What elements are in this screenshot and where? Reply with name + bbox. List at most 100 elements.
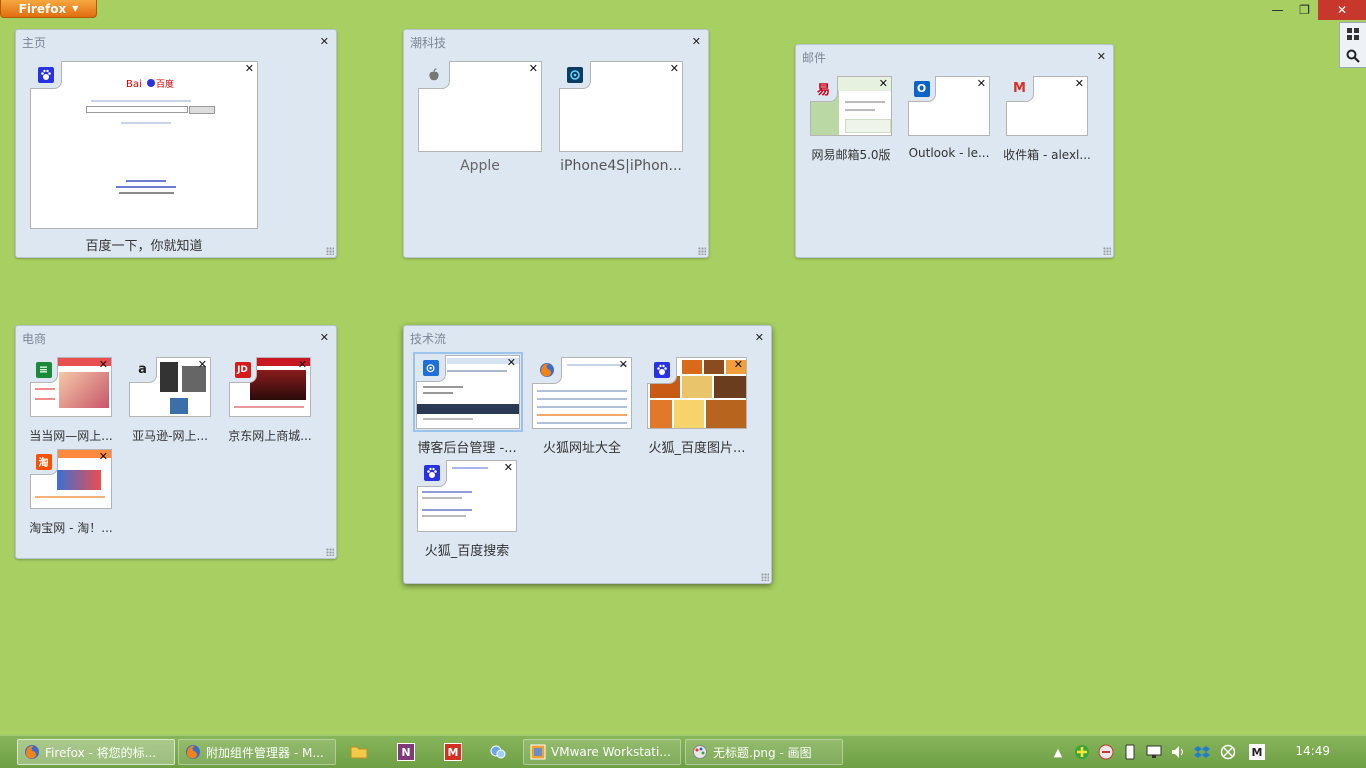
volume-icon[interactable] [1170,744,1186,760]
close-tab-icon[interactable]: ✕ [507,357,516,369]
minimize-button[interactable]: — [1264,0,1291,20]
tab-firefox-baidu-images[interactable]: ✕ 火狐_百度图片... [647,357,747,457]
tab-label: 火狐_百度图片... [648,441,746,456]
group-title[interactable]: 技术流 [410,330,446,347]
close-window-button[interactable]: ✕ [1318,0,1366,20]
close-tab-icon[interactable]: ✕ [504,462,513,474]
group-title[interactable]: 主页 [22,34,46,51]
network-icon[interactable] [1146,744,1162,760]
close-icon[interactable]: ✕ [1097,50,1106,63]
tab-group-mail[interactable]: 邮件 ✕ ✕ 易 网易邮箱5.0版 ✕ O Outlook - le... ✕ … [795,44,1114,258]
tab-group-home[interactable]: 主页 ✕ Bai 百度 ✕ 百度一下，你就知道 [15,29,337,258]
group-title[interactable]: 电商 [22,330,46,347]
window-controls: — ❐ ✕ [1264,0,1366,20]
tab-firefox-baidu-search[interactable]: ✕ 火狐_百度搜索 [417,460,517,560]
taskbar-item-firefox-panorama[interactable]: Firefox - 将您的标... [17,739,175,765]
tab-netease-mail[interactable]: ✕ 易 网易邮箱5.0版 [810,76,892,164]
tab-label: Outlook - le... [908,146,990,160]
resize-handle[interactable] [761,573,769,581]
close-tab-icon[interactable]: ✕ [99,451,108,463]
search-icon [1346,49,1360,63]
close-tab-icon[interactable]: ✕ [298,359,307,371]
amazon-icon: a [138,362,147,377]
weiphone-icon [566,66,583,83]
group-title[interactable]: 潮科技 [410,34,446,51]
taskbar-item-paint[interactable]: 无标题.png - 画图 [685,739,843,765]
close-tab-icon[interactable]: ✕ [670,63,679,75]
close-tab-icon[interactable]: ✕ [198,359,207,371]
jd-icon: JD [234,361,251,378]
tray-app-icon[interactable] [1074,744,1090,760]
tab-outlook[interactable]: ✕ O Outlook - le... [908,76,990,164]
paint-icon [693,745,707,759]
tab-gmail[interactable]: ✕ M 收件箱 - alexl... [1003,76,1091,164]
close-icon[interactable]: ✕ [320,331,329,344]
tab-label: 收件箱 - alexl... [1003,148,1091,162]
group-title[interactable]: 邮件 [802,49,826,66]
taskbar-item-label: 无标题.png - 画图 [713,745,812,760]
cnblogs-icon: ⊙ [422,360,439,376]
mail-app-icon[interactable]: M [444,743,462,761]
close-tab-icon[interactable]: ✕ [529,63,538,75]
tab-label: 火狐_百度搜索 [424,544,510,559]
clock[interactable]: 14:49 [1295,744,1330,758]
explorer-folder-icon[interactable] [350,743,368,761]
close-icon[interactable]: ✕ [755,331,764,344]
group-view-button[interactable] [1340,23,1366,45]
close-icon[interactable]: ✕ [692,35,701,48]
close-tab-icon[interactable]: ✕ [879,78,888,90]
mail-tray-icon[interactable]: M [1249,744,1265,760]
tab-apple[interactable]: ✕ Apple [418,61,542,181]
tab-group-tech[interactable]: 潮科技 ✕ ✕ Apple ✕ iPhone4S|iPhon... [403,29,709,258]
tab-amazon[interactable]: ✕ a 亚马逊-网上... [129,357,211,445]
dangdang-icon: ≡ [35,361,52,378]
resize-handle[interactable] [1103,247,1111,255]
resize-handle[interactable] [326,247,334,255]
tab-label: iPhone4S|iPhon... [560,158,682,174]
tab-group-techflow[interactable]: 技术流 ✕ ✕ ⊙ 博客后台管理 -... ✕ 火狐网址大全 ✕ 火狐_百度图片… [403,325,772,584]
firefox-icon [539,362,555,378]
close-tab-icon[interactable]: ✕ [619,359,628,371]
tab-taobao[interactable]: ✕ 淘 淘宝网 - 淘！... [29,449,113,537]
firefox-icon [25,745,39,759]
close-tab-icon[interactable]: ✕ [245,63,254,75]
tab-firefox-sites[interactable]: ✕ 火狐网址大全 [532,357,632,457]
tab-baidu[interactable]: Bai 百度 ✕ 百度一下，你就知道 [30,61,258,254]
minimize-icon: — [1271,3,1284,17]
resize-handle[interactable] [326,548,334,556]
tab-label: 亚马逊-网上... [132,429,208,443]
device-icon[interactable] [1122,744,1138,760]
close-icon[interactable]: ✕ [320,35,329,48]
dropbox-icon[interactable] [1194,744,1210,760]
blocked-icon[interactable] [1220,744,1236,760]
qq-icon[interactable] [489,743,507,761]
close-tab-icon[interactable]: ✕ [734,359,743,371]
tab-cnblogs-admin[interactable]: ✕ ⊙ 博客后台管理 -... [413,352,523,457]
gmail-icon: M [1013,81,1026,96]
restore-button[interactable]: ❐ [1291,0,1318,20]
show-hidden-icons-button[interactable]: ▲ [1050,744,1066,760]
tab-group-shopping[interactable]: 电商 ✕ ✕ ≡ 当当网—网上... ✕ a 亚马逊-网上... ✕ JD 京东… [15,325,337,559]
security-shield-icon[interactable] [1098,744,1114,760]
close-tab-icon[interactable]: ✕ [977,78,986,90]
outlook-icon: O [913,80,930,97]
taskbar-item-addons-manager[interactable]: 附加组件管理器 - M... [178,739,336,765]
tab-jd[interactable]: ✕ JD 京东网上商城... [228,357,312,445]
baidu-logo: Bai 百度 [126,76,176,90]
close-tab-icon[interactable]: ✕ [99,359,108,371]
search-tabs-button[interactable] [1340,45,1366,67]
tab-iphone4s[interactable]: ✕ iPhone4S|iPhon... [559,61,683,181]
firefox-menu-button[interactable]: Firefox ▼ [0,0,97,18]
tab-label: 博客后台管理 -... [417,441,517,456]
resize-handle[interactable] [698,247,706,255]
taskbar-item-vmware[interactable]: VMware Workstati... [523,739,681,765]
tab-label: 京东网上商城... [228,429,312,443]
panorama-tools [1339,22,1366,68]
close-icon: ✕ [1336,3,1348,17]
close-tab-icon[interactable]: ✕ [1075,78,1084,90]
onenote-icon[interactable]: N [397,743,415,761]
taskbar-item-label: VMware Workstati... [551,745,671,759]
tab-label: 火狐网址大全 [542,441,621,456]
tab-dangdang[interactable]: ✕ ≡ 当当网—网上... [29,357,113,445]
firefox-icon [186,745,200,759]
